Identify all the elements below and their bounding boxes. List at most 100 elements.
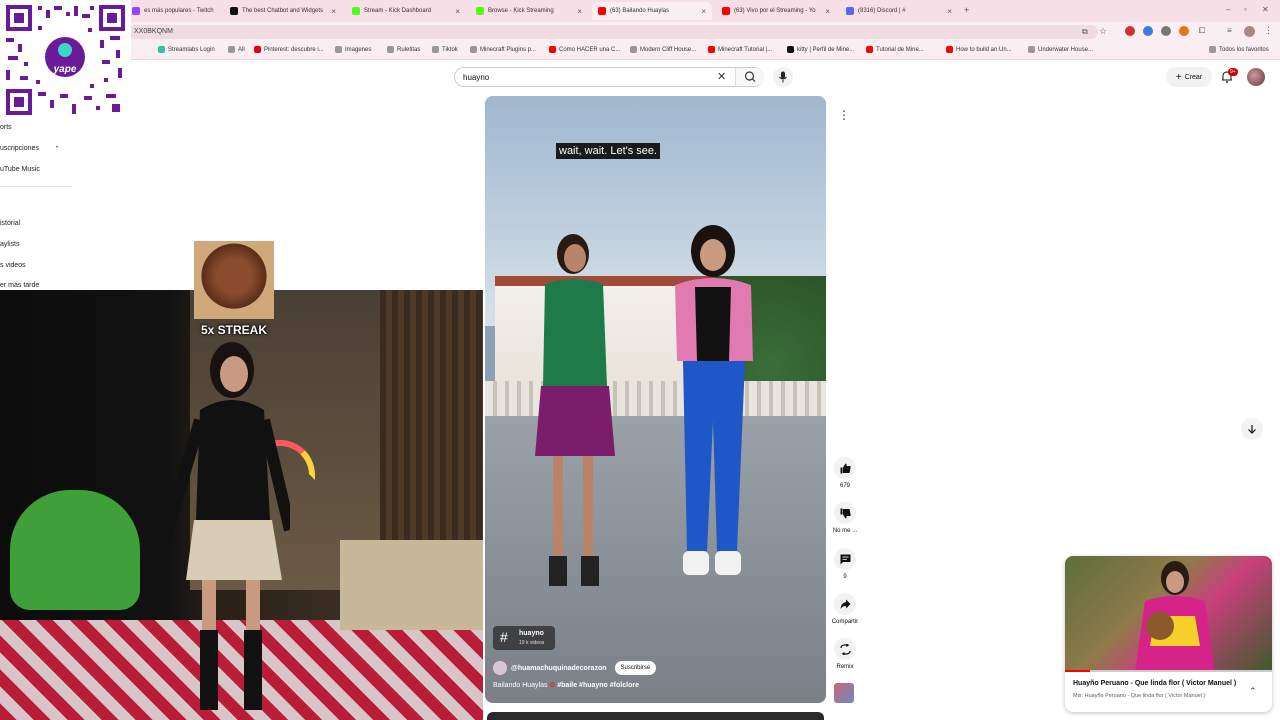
bookmark-item[interactable]: Pinterest: descubre i... [254, 46, 324, 53]
browser-tab-bar: es más populares - Twitch× The best Chatb… [0, 0, 1280, 22]
sidebar-item[interactable]: uscripciones [0, 145, 39, 152]
bookmark-label: How to build an Un... [956, 46, 1012, 53]
install-app-icon[interactable]: ⧉ [1082, 27, 1088, 37]
new-tab-icon[interactable]: + [964, 5, 969, 15]
bookmark-item[interactable]: Ruletitas [387, 46, 420, 53]
search-input[interactable] [463, 71, 713, 84]
streak-meme-image [194, 241, 274, 319]
tab-label: (63) Bailando Huaylas [610, 8, 670, 14]
tab-close-icon[interactable]: × [821, 7, 830, 16]
bookmark-label: kitty | Perfil de Mine... [797, 46, 855, 53]
tab-close-icon[interactable]: × [214, 7, 219, 16]
voice-search-button[interactable] [773, 67, 793, 87]
comments-button[interactable] [834, 548, 856, 570]
bookmark-item[interactable]: How to build an Un... [946, 46, 1012, 53]
bookmark-star-icon[interactable]: ☆ [1099, 26, 1107, 37]
tab-favicon-icon [598, 7, 606, 15]
create-button[interactable]: + Crear [1166, 67, 1212, 87]
audio-source-thumbnail[interactable] [834, 683, 854, 703]
bookmark-item[interactable]: Minecraft Tutorial |... [708, 46, 772, 53]
extension-icon[interactable] [1179, 26, 1189, 36]
window-close-icon[interactable]: ✕ [1262, 5, 1269, 14]
window-minimize-icon[interactable]: – [1226, 5, 1230, 14]
account-avatar[interactable] [1247, 68, 1265, 86]
sidebar-divider [0, 186, 72, 187]
sidebar-item[interactable]: s videos [0, 262, 26, 269]
extensions-puzzle-icon[interactable]: ⧠ [1199, 26, 1205, 36]
short-video-player[interactable]: wait, wait. Let's see. # huayno 19 k vid… [485, 96, 826, 703]
cam-desk [340, 540, 483, 630]
next-short-preview[interactable] [487, 712, 824, 720]
search-box: ✕ [454, 67, 764, 87]
bookmark-item[interactable]: All [228, 46, 245, 53]
reading-list-icon[interactable]: ≡ [1227, 26, 1232, 35]
miniplayer-video[interactable] [1065, 556, 1272, 672]
address-bar: XX0BKQNM ⧉ ☆ ⧠ ≡ ⋮ [0, 22, 1280, 42]
video-description[interactable]: Bailando Huaylas ✿ #baile #huayno #folcl… [493, 681, 639, 689]
streamer-webcam [0, 290, 483, 720]
browser-tab[interactable]: (8316) Discord | # × [840, 2, 958, 20]
extension-icon[interactable] [1125, 26, 1135, 36]
tab-close-icon[interactable]: × [697, 7, 706, 16]
browser-tab[interactable]: (63) Vivo por el Streaming - Yo × [716, 2, 836, 20]
description-hashtags: #baile #huayno #folclore [557, 682, 639, 689]
extension-icon[interactable] [1143, 26, 1153, 36]
subscribe-button[interactable]: Suscribirse [614, 661, 657, 675]
description-text: Bailando Huaylas [493, 682, 548, 689]
bookmark-item[interactable]: Modern Cliff House... [630, 46, 696, 53]
bookmark-item[interactable]: Streamlabs Login [158, 46, 215, 53]
bookmark-item[interactable]: Todos los favoritos [1209, 46, 1269, 53]
url-field[interactable]: XX0BKQNM [128, 25, 1098, 39]
browser-tab[interactable]: The best Chatbot and Widgets × [224, 2, 342, 20]
bookmark-item[interactable]: Imagenes [335, 46, 371, 53]
bookmark-item[interactable]: Como HACER una C... [549, 46, 620, 53]
bookmark-item[interactable]: Underwater House... [1028, 46, 1093, 53]
browser-menu-icon[interactable]: ⋮ [1264, 25, 1273, 36]
next-short-button[interactable] [1241, 418, 1263, 440]
notification-count-badge: 9+ [1228, 68, 1238, 76]
dislike-button[interactable] [834, 502, 856, 524]
share-button[interactable] [834, 593, 856, 615]
dislike-label: No me ... [832, 528, 858, 534]
bookmark-label: Pinterest: descubre i... [264, 46, 324, 53]
sidebar-item[interactable]: er más tarde [0, 282, 39, 289]
browser-tab[interactable]: es más populares - Twitch× [126, 2, 218, 20]
like-button[interactable] [834, 457, 856, 479]
more-options-icon[interactable]: ⋮ [836, 108, 852, 124]
bookmark-item[interactable]: Tutorial de Mine... [866, 46, 924, 53]
browser-tab[interactable]: Browse - Kick Streaming × [470, 2, 588, 20]
miniplayer-progress-bar[interactable] [1065, 670, 1272, 672]
streak-label: 5x STREAK [200, 323, 268, 337]
sidebar-item[interactable]: aylists [0, 241, 19, 248]
hashtag-video-count: 19 k videos [519, 640, 545, 646]
search-button[interactable] [735, 68, 764, 86]
bookmark-item[interactable]: Tiktok [432, 46, 458, 53]
bookmark-label: Imagenes [345, 46, 372, 53]
tab-close-icon[interactable]: × [943, 7, 952, 16]
browser-tab[interactable]: Stream - Kick Dashboard × [346, 2, 466, 20]
extension-icon[interactable] [1161, 26, 1171, 36]
tab-favicon-icon [230, 7, 238, 15]
arrow-down-icon [1248, 425, 1256, 434]
tab-close-icon[interactable]: × [451, 7, 460, 16]
bookmark-item[interactable]: kitty | Perfil de Mine... [787, 46, 854, 53]
sidebar-item[interactable]: uTube Music [0, 166, 40, 173]
tab-close-icon[interactable]: × [573, 7, 582, 16]
window-maximize-icon[interactable]: ▫ [1244, 5, 1247, 14]
sidebar-item[interactable]: istorial [0, 220, 20, 227]
tab-favicon-icon [352, 7, 360, 15]
channel-avatar[interactable] [493, 661, 507, 675]
bookmark-item[interactable]: Minecraft Plugins p... [470, 46, 536, 53]
hashtag-chip[interactable]: # huayno 19 k videos [493, 626, 555, 650]
tab-close-icon[interactable]: × [327, 7, 336, 16]
remix-button[interactable] [834, 638, 856, 660]
browser-tab[interactable]: (63) Bailando Huaylas × [592, 2, 712, 20]
dancer-right [675, 225, 753, 575]
miniplayer-title[interactable]: Huayño Peruano - Que linda flor ( Victor… [1073, 680, 1236, 687]
tab-label: Browse - Kick Streaming [488, 8, 554, 14]
channel-name[interactable]: @huamachuquinadecorazon [511, 665, 607, 672]
clear-search-icon[interactable]: ✕ [717, 70, 726, 83]
sidebar-item[interactable]: orts [0, 124, 12, 131]
chevron-up-icon[interactable]: ⌃ [1249, 686, 1257, 697]
profile-avatar[interactable] [1244, 26, 1255, 37]
